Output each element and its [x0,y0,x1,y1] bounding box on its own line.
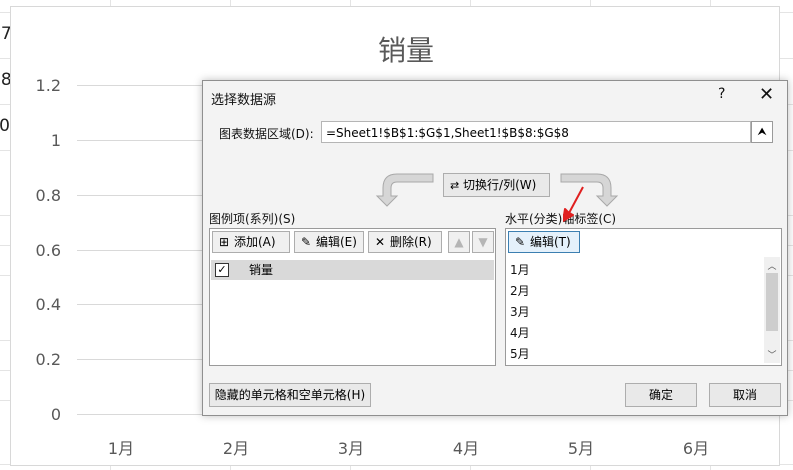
series-checkbox[interactable]: ✓ [215,263,229,277]
switch-row-column-button[interactable]: ⇄ 切换行/列(W) [443,173,550,197]
cancel-button[interactable]: 取消 [709,383,781,407]
x-tick-label: 5月 [567,439,595,458]
move-down-button[interactable]: ▼ [472,231,494,253]
clipped-cell: 48 [0,70,10,90]
collapse-dialog-button[interactable]: ⮝ [751,121,773,143]
category-item[interactable]: 1月 [510,261,530,278]
add-series-label: 添加(A) [234,235,276,249]
x-tick-label: 3月 [337,439,365,458]
edit-series-button[interactable]: ✎ 编辑(E) [294,231,364,253]
y-tick-label: 0.4 [35,295,61,315]
move-up-button[interactable]: ▲ [448,231,470,253]
clipped-cell-values: 07 48 0 [0,12,10,150]
scroll-thumb[interactable] [766,273,778,331]
delete-series-label: 删除(R) [390,235,432,249]
hidden-empty-cells-button[interactable]: 隐藏的单元格和空单元格(H) [209,383,371,407]
category-item[interactable]: 3月 [510,303,530,320]
chart-title: 销量 [377,34,434,67]
y-tick-label: 1.2 [35,76,61,95]
chart-data-range-input[interactable]: =Sheet1!$B$1:$G$1,Sheet1!$B$8:$G$8 [321,121,751,143]
x-tick-label: 2月 [222,439,250,458]
category-scrollbar[interactable]: ︿ ﹀ [764,257,780,363]
clipped-cell: 0 [0,116,10,136]
switch-row-column-label: 切换行/列(W) [463,178,537,192]
up-triangle-icon: ▲ [454,235,464,249]
axis-labels-label: 水平(分类)轴标签(C) [505,212,617,226]
collapse-arrow-icon: ⮝ [757,125,767,138]
scroll-down-icon[interactable]: ﹀ [764,348,780,361]
edit-axis-labels-button[interactable]: ✎ 编辑(T) [508,231,580,253]
x-tick-label: 6月 [682,439,710,458]
edit-icon: ✎ [300,235,312,249]
legend-entries-panel: ⊞ 添加(A) ✎ 编辑(E) ✕ 删除(R) ▲ ▼ ✓ 销量 [209,228,496,366]
y-tick-label: 0.6 [35,240,61,260]
down-triangle-icon: ▼ [478,235,488,249]
switch-icon: ⇄ [450,179,460,192]
clipped-cell: 07 [0,24,10,44]
series-list-item[interactable]: ✓ 销量 [211,260,494,280]
x-tick-label: 1月 [107,439,135,458]
scroll-up-icon[interactable]: ︿ [764,259,780,272]
y-tick-label: 0.2 [35,350,61,370]
category-item[interactable]: 5月 [510,345,530,362]
y-tick-label: 0 [50,405,61,424]
y-tick-label: 1 [50,130,61,150]
select-data-source-dialog: 选择数据源 ? ✕ 图表数据区域(D): =Sheet1!$B$1:$G$1,S… [202,80,788,416]
help-button[interactable]: ? [718,86,725,102]
add-series-button[interactable]: ⊞ 添加(A) [212,231,290,253]
legend-entries-label: 图例项(系列)(S) [209,212,296,226]
edit-series-label: 编辑(E) [316,235,357,249]
y-tick-label: 0.8 [35,185,61,205]
series-name: 销量 [249,263,274,277]
delete-icon: ✕ [374,235,386,249]
delete-series-button[interactable]: ✕ 删除(R) [368,231,442,253]
category-item[interactable]: 2月 [510,282,530,299]
edit-axis-labels-label: 编辑(T) [530,235,571,249]
ok-button[interactable]: 确定 [625,383,697,407]
dialog-title: 选择数据源 [211,93,277,108]
add-icon: ⊞ [218,235,230,249]
axis-labels-panel: ✎ 编辑(T) 1月 2月 3月 4月 5月 ︿ ﹀ [505,228,782,366]
category-item[interactable]: 4月 [510,324,530,341]
close-button[interactable]: ✕ [759,84,774,105]
x-tick-label: 4月 [452,439,480,458]
edit-icon: ✎ [514,235,526,249]
left-curved-arrow-icon [375,173,434,207]
red-arrow-annotation-icon [563,186,584,222]
range-label: 图表数据区域(D): [219,127,314,141]
